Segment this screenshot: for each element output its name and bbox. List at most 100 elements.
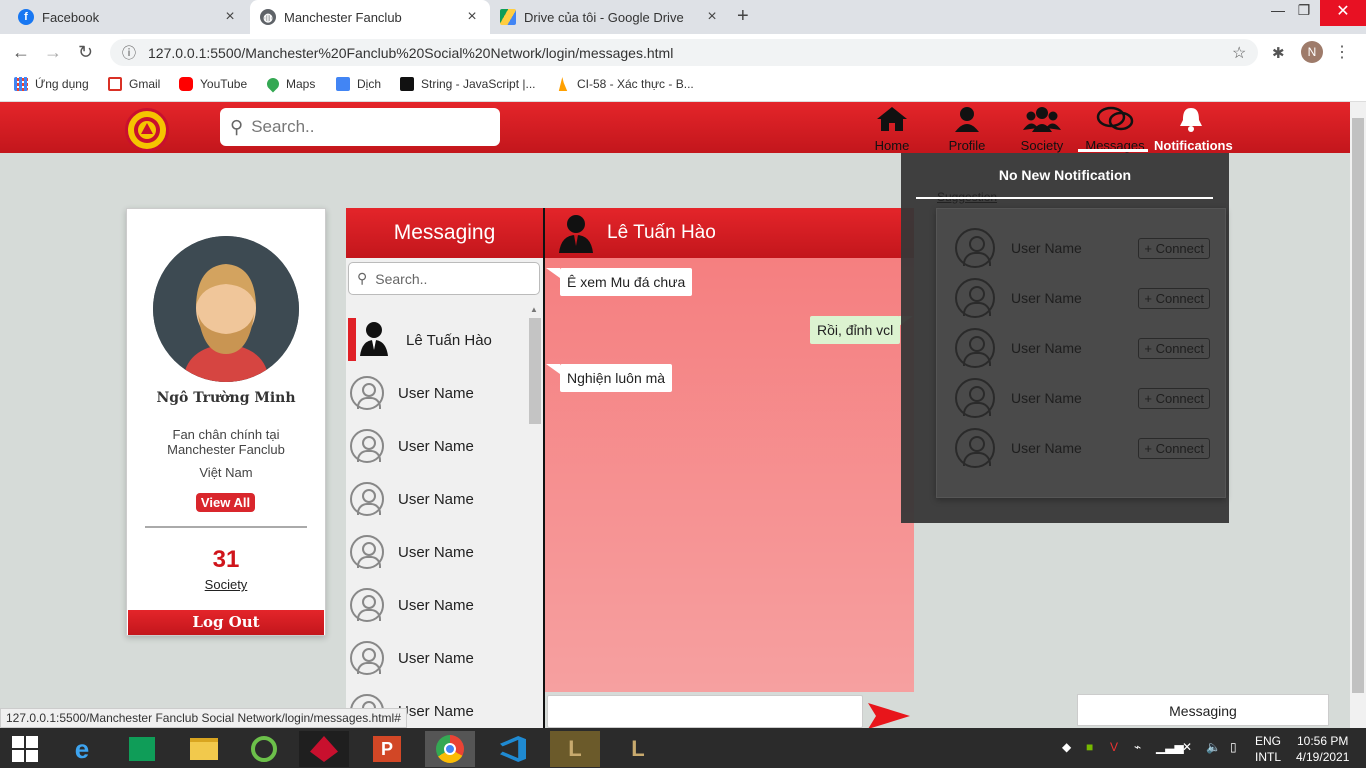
- tray-nvidia-icon[interactable]: ■: [1086, 740, 1093, 754]
- bookmark-translate[interactable]: Dịch: [336, 77, 381, 91]
- divider: [145, 526, 307, 528]
- bell-icon: [1154, 106, 1228, 138]
- globe-icon: ◍: [260, 9, 276, 25]
- conversation-item[interactable]: User Name: [346, 527, 528, 577]
- contact-name: User Name: [398, 702, 474, 720]
- conversation-search-input[interactable]: ⚲ Search..: [348, 262, 540, 295]
- taskbar-clock[interactable]: 10:56 PM 4/19/2021: [1296, 733, 1349, 765]
- connect-button[interactable]: + Connect: [1138, 437, 1210, 459]
- society-link[interactable]: Society: [126, 577, 326, 592]
- user-circle-icon: [955, 228, 995, 268]
- bookmark-apps[interactable]: Ứng dụng: [14, 77, 89, 91]
- nav-messages[interactable]: Messages: [1080, 106, 1150, 153]
- nav-notifications[interactable]: Notifications: [1154, 106, 1233, 153]
- message-input[interactable]: [547, 695, 863, 728]
- tray-battery-icon[interactable]: ▯: [1230, 740, 1237, 754]
- connect-button[interactable]: + Connect: [1138, 287, 1210, 309]
- received-message: Ê xem Mu đá chưa: [560, 268, 693, 296]
- browser-profile-avatar[interactable]: N: [1301, 41, 1323, 63]
- nav-society[interactable]: Society: [1007, 106, 1077, 153]
- suggestion-name: User Name: [1011, 340, 1082, 356]
- restore-window-icon[interactable]: ❐: [1290, 2, 1318, 19]
- bookmark-youtube[interactable]: YouTube: [179, 77, 247, 91]
- view-all-button[interactable]: View All: [196, 493, 255, 512]
- close-window-icon[interactable]: ✕: [1320, 0, 1366, 26]
- connect-button[interactable]: + Connect: [1138, 237, 1210, 259]
- tray-network-icon[interactable]: ⌁: [1134, 740, 1141, 754]
- extensions-puzzle-icon[interactable]: ✱: [1272, 44, 1285, 62]
- address-bar[interactable]: ⓘ 127.0.0.1:5500/Manchester%20Fanclub%20…: [110, 39, 1258, 66]
- tab-facebook[interactable]: f Facebook ×: [8, 0, 248, 34]
- translate-icon: [336, 77, 350, 91]
- divider: [916, 197, 1213, 199]
- site-info-icon[interactable]: ⓘ: [122, 43, 136, 63]
- league-of-legends-icon[interactable]: L: [550, 731, 600, 767]
- suggestion-row: User Name + Connect: [955, 377, 1210, 419]
- conversation-item[interactable]: User Name: [346, 580, 528, 630]
- conversation-item[interactable]: User Name: [346, 474, 528, 524]
- close-tab-icon[interactable]: ×: [222, 8, 238, 26]
- nav-label: Home: [874, 138, 910, 153]
- league-of-legends-client-icon[interactable]: L: [613, 731, 663, 767]
- bookmark-mdn[interactable]: String - JavaScript |...: [400, 77, 536, 91]
- forward-arrow-icon[interactable]: →: [44, 42, 62, 63]
- messaging-popup-toggle[interactable]: Messaging: [1077, 694, 1329, 726]
- suggestion-name: User Name: [1011, 390, 1082, 406]
- close-tab-icon[interactable]: ×: [704, 8, 720, 26]
- conversation-item[interactable]: User Name: [346, 633, 528, 683]
- bookmark-gmail[interactable]: Gmail: [108, 77, 160, 91]
- browser-menu-icon[interactable]: ⋮: [1334, 42, 1350, 62]
- manchester-united-logo[interactable]: [125, 108, 169, 152]
- bookmark-star-icon[interactable]: ☆: [1232, 43, 1246, 63]
- coccoc-browser-icon[interactable]: [239, 731, 289, 767]
- internet-explorer-icon[interactable]: e: [57, 731, 107, 767]
- profile-avatar[interactable]: [153, 236, 299, 382]
- logout-button[interactable]: Log Out: [128, 610, 324, 635]
- conversation-item-active[interactable]: Lê Tuấn Hào: [346, 315, 528, 365]
- minimize-window-icon[interactable]: —: [1264, 2, 1292, 18]
- garena-icon[interactable]: [299, 731, 349, 767]
- gmail-icon: [108, 77, 122, 91]
- site-search-input[interactable]: ⚲ Search..: [220, 108, 500, 146]
- conversation-item[interactable]: User Name: [346, 368, 528, 418]
- chrome-icon[interactable]: [425, 731, 475, 767]
- tab-google-drive[interactable]: Drive của tôi - Google Drive ×: [490, 0, 730, 34]
- tray-vietkey-icon[interactable]: V: [1110, 740, 1118, 754]
- powerpoint-icon[interactable]: P: [362, 731, 412, 767]
- user-icon: [932, 106, 1002, 138]
- reload-icon[interactable]: ↻: [78, 42, 93, 63]
- scroll-up-arrow-icon[interactable]: ▲: [530, 305, 538, 314]
- tray-wifi-off-icon[interactable]: ✕: [1182, 740, 1192, 754]
- search-placeholder: Search..: [251, 117, 315, 136]
- new-tab-button[interactable]: +: [737, 5, 749, 28]
- suggestion-name: User Name: [1011, 440, 1082, 456]
- tray-signal-icon[interactable]: ▁▃▅: [1156, 740, 1184, 754]
- contact-name: Lê Tuấn Hào: [406, 331, 492, 349]
- user-circle-icon: [955, 328, 995, 368]
- page-scroll-thumb[interactable]: [1352, 118, 1364, 693]
- back-arrow-icon[interactable]: ←: [12, 42, 30, 63]
- bubble-tail: [546, 268, 560, 278]
- user-circle-icon: [350, 588, 384, 622]
- nav-home[interactable]: Home: [857, 106, 927, 153]
- suggestion-row: User Name + Connect: [955, 227, 1210, 269]
- connect-button[interactable]: + Connect: [1138, 337, 1210, 359]
- tray-garena-icon[interactable]: ◆: [1062, 740, 1071, 754]
- windows-start-icon[interactable]: [0, 731, 50, 767]
- user-circle-icon: [350, 641, 384, 675]
- close-tab-icon[interactable]: ×: [464, 8, 480, 26]
- file-explorer-icon[interactable]: [179, 731, 229, 767]
- connect-button[interactable]: + Connect: [1138, 387, 1210, 409]
- tab-manchester-fanclub[interactable]: ◍ Manchester Fanclub ×: [250, 0, 490, 34]
- vscode-icon[interactable]: [488, 731, 538, 767]
- nav-profile[interactable]: Profile: [932, 106, 1002, 153]
- input-language-indicator[interactable]: ENG INTL: [1255, 733, 1281, 765]
- bookmark-firebase[interactable]: CI-58 - Xác thực - B...: [556, 77, 694, 91]
- suggestion-row: User Name + Connect: [955, 327, 1210, 369]
- bookmark-maps[interactable]: Maps: [264, 75, 315, 93]
- tray-volume-icon[interactable]: 🔈: [1206, 740, 1221, 754]
- microsoft-store-icon[interactable]: [117, 731, 167, 767]
- contact-name: User Name: [398, 384, 474, 402]
- conversation-scroll-thumb[interactable]: [529, 318, 541, 424]
- conversation-item[interactable]: User Name: [346, 421, 528, 471]
